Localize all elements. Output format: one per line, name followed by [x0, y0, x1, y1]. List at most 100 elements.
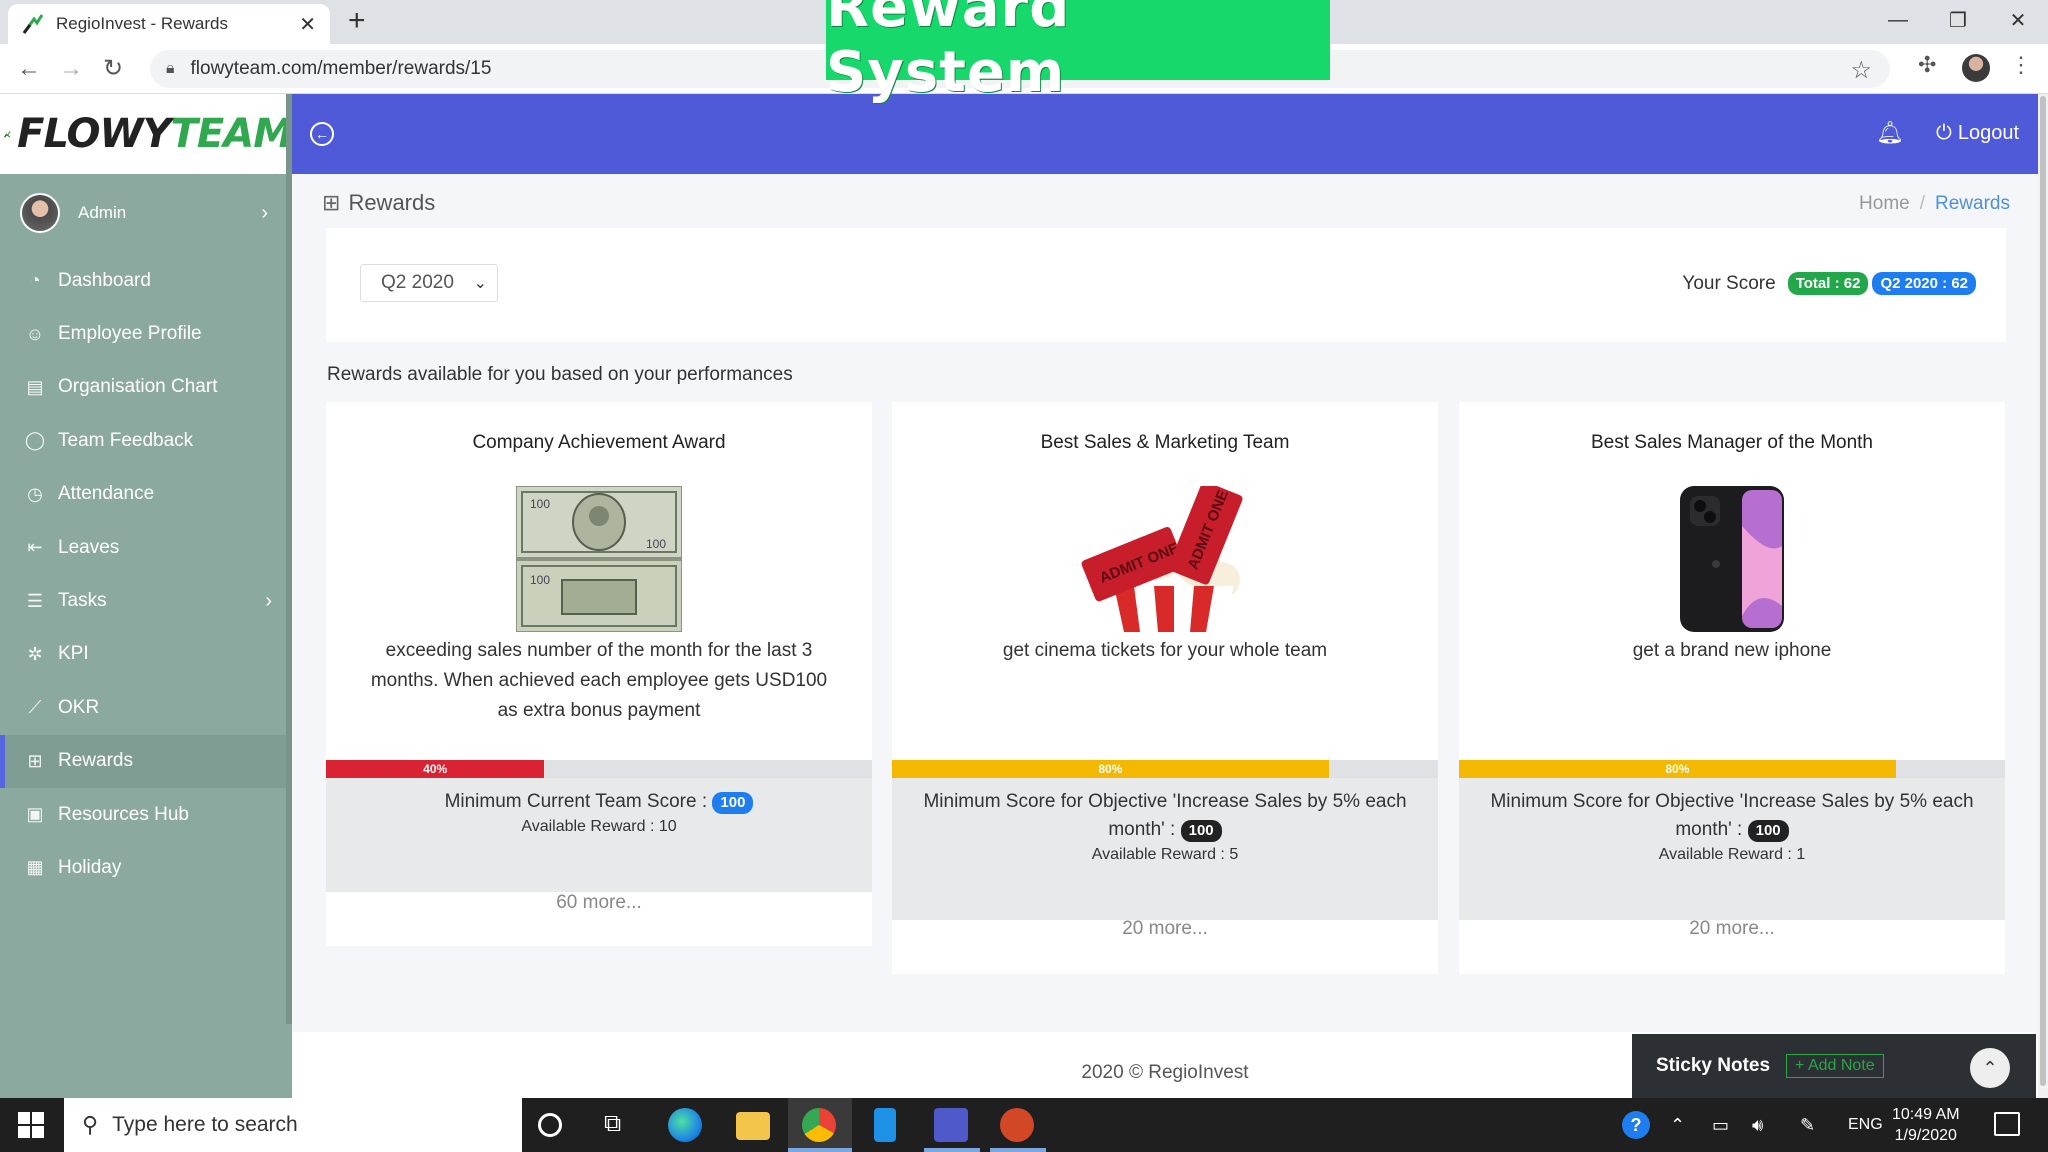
language-indicator[interactable]: ENG: [1848, 1098, 1883, 1152]
reward-available: Available Reward : 5: [1091, 846, 1239, 863]
sidebar-item-organisation-chart[interactable]: ▤ Organisation Chart: [0, 361, 292, 414]
reward-min-score: Minimum Score for Objective 'Increase Sa…: [1477, 788, 1987, 844]
url-text: flowyteam.com/member/rewards/15: [190, 58, 492, 79]
sidebar-item-dashboard[interactable]: ◔ Dashboard: [0, 254, 292, 307]
breadcrumb-separator: /: [1919, 193, 1926, 214]
chrome-icon[interactable]: [802, 1108, 836, 1142]
sidebar-item-label: Rewards: [58, 750, 133, 772]
volume-icon[interactable]: 🔊︎: [1752, 1098, 1763, 1152]
min-score-badge: 100: [1180, 820, 1222, 842]
reward-description: get a brand new iphone: [1632, 640, 1832, 661]
show-hidden-icons[interactable]: ⌃: [1670, 1098, 1685, 1152]
back-arrow-icon[interactable]: ←: [14, 54, 44, 84]
page-title-text: Rewards: [348, 190, 436, 215]
sidebar-item-tasks[interactable]: ☰ Tasks ›: [0, 574, 292, 627]
reward-progress-bar: 80%: [892, 760, 1438, 778]
reward-available: Available Reward : 1: [1658, 846, 1806, 863]
browser-menu-icon[interactable]: ⋮: [2010, 52, 2032, 78]
reward-more-link[interactable]: 20 more...: [1459, 918, 2005, 940]
reward-progress-fill: 80%: [1459, 760, 1896, 778]
reward-min-score-text: Minimum Score for Objective 'Increase Sa…: [923, 791, 1407, 840]
reward-progress-bar: 80%: [1459, 760, 2005, 778]
sidebar-item-holiday[interactable]: ▦ Holiday: [0, 841, 292, 894]
reload-icon[interactable]: ↻: [98, 54, 128, 84]
sidebar-item-label: Tasks: [58, 590, 107, 612]
add-note-button[interactable]: + Add Note: [1786, 1054, 1884, 1078]
avatar: [20, 193, 60, 233]
extensions-icon[interactable]: ✣: [1918, 52, 1936, 78]
notification-center-icon[interactable]: [1994, 1112, 2020, 1136]
page-scrollbar-thumb[interactable]: [2040, 96, 2046, 1086]
reward-title: Best Sales & Marketing Team: [1040, 432, 1290, 453]
cortana-icon[interactable]: [538, 1113, 562, 1137]
user-profile-row[interactable]: Admin ›: [0, 188, 292, 238]
reward-title: Company Achievement Award: [472, 432, 726, 453]
scroll-up-button[interactable]: ⌃: [1970, 1048, 2010, 1088]
edge-icon[interactable]: [668, 1108, 702, 1142]
chevron-right-icon: ›: [265, 589, 272, 612]
sidebar-item-attendance[interactable]: ◷ Attendance: [0, 468, 292, 521]
quarter-select[interactable]: Q2 2020 ⌄: [360, 264, 498, 302]
page-title: ⊞ Rewards: [322, 190, 435, 216]
sidebar-item-kpi[interactable]: ✲ KPI: [0, 628, 292, 681]
restore-icon[interactable]: ❐: [1928, 0, 1988, 40]
sidebar-item-label: Leaves: [58, 536, 120, 558]
taskbar-clock[interactable]: 10:49 AM 1/9/2020: [1892, 1104, 1960, 1146]
taskbar-search[interactable]: ⚲ Type here to search: [64, 1098, 522, 1152]
sidebar-item-label: Resources Hub: [58, 803, 189, 825]
new-tab-icon[interactable]: +: [348, 6, 366, 36]
svg-text:100: 100: [646, 537, 666, 551]
reward-more-link[interactable]: 20 more...: [892, 918, 1438, 940]
breadcrumb-current: Rewards: [1935, 193, 2010, 214]
browser-tab[interactable]: RegioInvest - Rewards ✕: [8, 4, 330, 44]
close-tab-icon[interactable]: ✕: [299, 12, 316, 37]
breadcrumb-home[interactable]: Home: [1859, 193, 1910, 214]
brand-logo[interactable]: FLOWYTEAM: [0, 94, 293, 174]
overlay-title-banner: Reward System: [826, 0, 1330, 105]
windows-start-icon[interactable]: [18, 1112, 44, 1138]
reward-progress-fill: 40%: [326, 760, 545, 778]
collapse-sidebar-icon[interactable]: ←: [310, 122, 334, 146]
forward-arrow-icon[interactable]: →: [56, 54, 86, 84]
minimize-icon[interactable]: —: [1868, 0, 1928, 40]
resources-icon: ▣: [26, 804, 44, 825]
top-navbar: ← 🔔︎ ⏻ Logout: [292, 94, 2038, 174]
bookmark-star-icon[interactable]: ☆: [1850, 56, 1872, 85]
help-icon[interactable]: ?: [1622, 1098, 1650, 1152]
reward-progress-bar: 40%: [326, 760, 872, 778]
reward-more-link[interactable]: 60 more...: [326, 892, 872, 914]
section-title: Rewards available for you based on your …: [327, 364, 793, 385]
pen-icon[interactable]: ✎: [1800, 1098, 1815, 1152]
sidebar-item-label: Holiday: [58, 856, 122, 878]
teams-icon[interactable]: [934, 1108, 968, 1142]
notepad-icon[interactable]: [874, 1108, 896, 1142]
logout-button[interactable]: ⏻ Logout: [1936, 122, 2019, 145]
sidebar-item-team-feedback[interactable]: ◯ Team Feedback: [0, 414, 292, 467]
flowyteam-favicon-icon: [22, 14, 44, 34]
taskbar-teams-indicator: [924, 1148, 980, 1152]
task-view-icon[interactable]: ⧉: [604, 1110, 638, 1144]
sidebar-item-rewards[interactable]: ⊞ Rewards: [0, 734, 292, 789]
sidebar-item-employee-profile[interactable]: ☺ Employee Profile: [0, 307, 292, 360]
powerpoint-icon[interactable]: [1000, 1108, 1034, 1142]
sidebar-item-okr[interactable]: ⟋ OKR: [0, 681, 292, 734]
file-explorer-icon[interactable]: [736, 1112, 770, 1140]
min-score-badge: 100: [1747, 820, 1789, 842]
battery-icon[interactable]: ▭: [1712, 1098, 1729, 1152]
score-label: Your Score: [1682, 272, 1776, 294]
okr-icon: ⟋: [28, 697, 42, 718]
taskbar-active-indicator: [788, 1148, 852, 1152]
total-score-badge: Total : 62: [1787, 272, 1869, 295]
min-score-badge: 100: [712, 792, 754, 814]
quarter-score-badge: Q2 2020 : 62: [1872, 272, 1976, 295]
window-close-icon[interactable]: ✕: [1988, 0, 2048, 40]
sidebar-item-leaves[interactable]: ⇤ Leaves: [0, 521, 292, 574]
reward-card: Best Sales Manager of the Month get a br…: [1459, 402, 2005, 974]
sidebar-scrollbar[interactable]: [286, 94, 292, 1024]
browser-profile-avatar[interactable]: [1962, 54, 1990, 82]
taskbar-search-placeholder: Type here to search: [112, 1113, 298, 1136]
sidebar-item-resources-hub[interactable]: ▣ Resources Hub: [0, 788, 292, 841]
user-name: Admin: [78, 203, 127, 222]
brand-name-part2: TEAM: [170, 111, 293, 157]
bell-icon[interactable]: 🔔︎: [1876, 120, 1904, 146]
